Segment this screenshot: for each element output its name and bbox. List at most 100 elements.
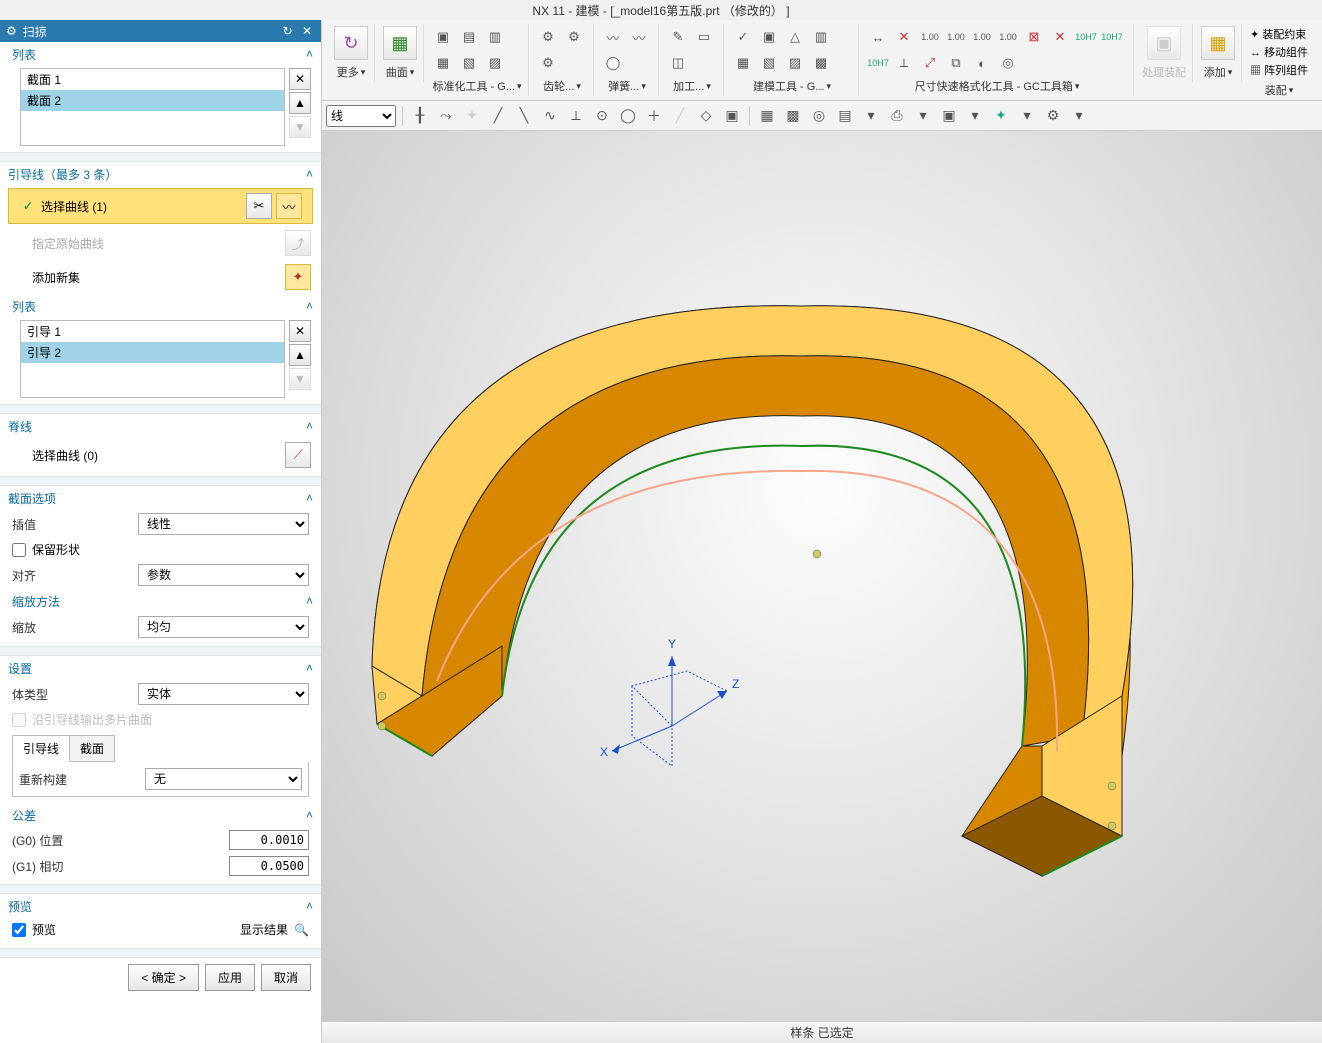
3d-viewport[interactable]: X Y Z <box>322 131 1322 1021</box>
view-tool-icon[interactable]: ▾ <box>1068 105 1090 127</box>
model-tool-icon[interactable]: ▣ <box>758 26 780 48</box>
select-curve-row[interactable]: ✓ 选择曲线 (1) ✂ 〰 <box>8 188 313 224</box>
dim-tool-icon[interactable]: ✕ <box>893 26 915 48</box>
tolerance-header[interactable]: 公差 ˄ <box>0 803 321 827</box>
dim-tool-icon[interactable]: 1.00 <box>997 26 1019 48</box>
rebuild-select[interactable]: 无 <box>145 768 302 790</box>
model-tool-icon[interactable]: △ <box>784 26 806 48</box>
snap-icon[interactable]: ⤳ <box>435 105 457 127</box>
spring-tool-icon[interactable]: ◯ <box>602 52 624 74</box>
snap-icon[interactable]: ╲ <box>513 105 535 127</box>
snap-icon[interactable]: ◇ <box>695 105 717 127</box>
scale-method-header[interactable]: 缩放方法 ˄ <box>0 589 321 613</box>
list-item[interactable]: 截面 1 <box>21 69 284 90</box>
magnifier-icon[interactable]: 🔍 <box>294 923 309 937</box>
array-component-link[interactable]: ▦ 阵列组件 <box>1250 62 1308 78</box>
snap-icon[interactable]: ⊙ <box>591 105 613 127</box>
dim-tool-icon[interactable]: 1.00 <box>919 26 941 48</box>
keep-shape-checkbox[interactable] <box>12 543 26 557</box>
close-icon[interactable]: ✕ <box>299 24 315 38</box>
dim-tool-icon[interactable]: ⊠ <box>1023 26 1045 48</box>
guides-header[interactable]: 引导线（最多 3 条） ˄ <box>0 162 321 186</box>
align-select[interactable]: 参数 <box>138 564 309 586</box>
dim-tool-icon[interactable]: ↔ <box>867 26 889 48</box>
gear-icon[interactable]: ⚙ <box>6 24 17 38</box>
dim-tool-icon[interactable]: ⤢ <box>919 52 941 74</box>
view-tool-icon[interactable]: ▾ <box>964 105 986 127</box>
spring-tool-icon[interactable]: 〰 <box>628 26 650 48</box>
guide-list[interactable]: 引导 1 引导 2 <box>20 320 285 398</box>
g0-input[interactable] <box>229 830 309 850</box>
move-up-button[interactable]: ▲ <box>289 92 311 114</box>
guide-list-header[interactable]: 列表 ˄ <box>0 294 321 318</box>
dim-tool-icon[interactable]: 1.00 <box>971 26 993 48</box>
list-item[interactable]: 引导 2 <box>21 342 284 363</box>
dim-tool-icon[interactable]: ✕ <box>1049 26 1071 48</box>
model-tool-icon[interactable]: ▥ <box>810 26 832 48</box>
tab-section[interactable]: 截面 <box>69 735 115 762</box>
ok-button[interactable]: < 确定 > <box>128 964 199 991</box>
snap-icon[interactable]: ◯ <box>617 105 639 127</box>
section-list-header[interactable]: 列表 ˄ <box>0 42 321 66</box>
spring-tool-icon[interactable]: 〰 <box>602 26 624 48</box>
snap-icon[interactable]: ∿ <box>539 105 561 127</box>
view-tool-icon[interactable]: ▾ <box>912 105 934 127</box>
snap-icon[interactable]: ╱ <box>487 105 509 127</box>
model-tool-icon[interactable]: ▨ <box>784 52 806 74</box>
reset-icon[interactable]: ↻ <box>280 24 296 38</box>
spine-header[interactable]: 脊线 ˄ <box>0 414 321 438</box>
list-item[interactable]: 截面 2 <box>21 90 284 111</box>
mach-tool-icon[interactable]: ◫ <box>667 52 689 74</box>
gear-tool-icon[interactable]: ⚙ <box>537 52 559 74</box>
tool-icon[interactable]: ▨ <box>484 52 506 74</box>
preview-header[interactable]: 预览 ˄ <box>0 894 321 918</box>
dim-tool-icon[interactable]: ⧉ <box>945 52 967 74</box>
dim-tool-icon[interactable]: 10H7 <box>1075 26 1097 48</box>
view-tool-icon[interactable]: ▦ <box>756 105 778 127</box>
view-tool-icon[interactable]: ⎙ <box>886 105 908 127</box>
dim-tool-icon[interactable]: 10H7 <box>1101 26 1123 48</box>
cancel-button[interactable]: 取消 <box>261 964 311 991</box>
tool-icon[interactable]: ▧ <box>458 52 480 74</box>
mach-tool-icon[interactable]: ▭ <box>693 26 715 48</box>
model-tool-icon[interactable]: ✓ <box>732 26 754 48</box>
model-tool-icon[interactable]: ▩ <box>810 52 832 74</box>
spine-select-row[interactable]: 选择曲线 (0) ⟋ <box>0 438 321 476</box>
section-list[interactable]: 截面 1 截面 2 <box>20 68 285 146</box>
model-tool-icon[interactable]: ▦ <box>732 52 754 74</box>
tool-icon[interactable]: ▥ <box>484 26 506 48</box>
add-icon[interactable]: ✦ <box>285 264 311 290</box>
mach-tool-icon[interactable]: ✎ <box>667 26 689 48</box>
remove-button[interactable]: ✕ <box>289 68 311 90</box>
assembly-add-icon[interactable]: ▦ <box>1201 26 1235 60</box>
view-tool-icon[interactable]: ▾ <box>1016 105 1038 127</box>
view-tool-icon[interactable]: ⚙ <box>1042 105 1064 127</box>
tab-guide[interactable]: 引导线 <box>12 735 70 762</box>
preview-checkbox[interactable] <box>12 923 26 937</box>
dim-tool-icon[interactable]: 10H7 <box>867 52 889 74</box>
interp-select[interactable]: 线性 <box>138 513 309 535</box>
model-tool-icon[interactable]: ▧ <box>758 52 780 74</box>
move-component-link[interactable]: ↔ 移动组件 <box>1250 44 1308 60</box>
more-icon[interactable]: ↻ <box>334 26 368 60</box>
tool-icon[interactable]: ▣ <box>432 26 454 48</box>
dim-tool-icon[interactable]: ◐ <box>971 52 993 74</box>
view-tool-icon[interactable]: ▤ <box>834 105 856 127</box>
snap-icon[interactable]: ▣ <box>721 105 743 127</box>
snap-icon[interactable]: ⟂ <box>565 105 587 127</box>
gear-tool-icon[interactable]: ⚙ <box>563 26 585 48</box>
view-tool-icon[interactable]: ✦ <box>990 105 1012 127</box>
add-set-row[interactable]: 添加新集 ✦ <box>0 260 321 294</box>
assembly-constraint-link[interactable]: ✦ 装配约束 <box>1250 26 1308 42</box>
body-type-select[interactable]: 实体 <box>138 683 309 705</box>
view-tool-icon[interactable]: ▩ <box>782 105 804 127</box>
dim-tool-icon[interactable]: 1.00 <box>945 26 967 48</box>
tool-icon[interactable]: ▦ <box>432 52 454 74</box>
remove-button[interactable]: ✕ <box>289 320 311 342</box>
view-tool-icon[interactable]: ▾ <box>860 105 882 127</box>
curve-icon[interactable]: 〰 <box>276 193 302 219</box>
move-up-button[interactable]: ▲ <box>289 344 311 366</box>
dim-tool-icon[interactable]: ⟂ <box>893 52 915 74</box>
spine-icon[interactable]: ⟋ <box>285 442 311 468</box>
section-options-header[interactable]: 截面选项 ˄ <box>0 486 321 510</box>
